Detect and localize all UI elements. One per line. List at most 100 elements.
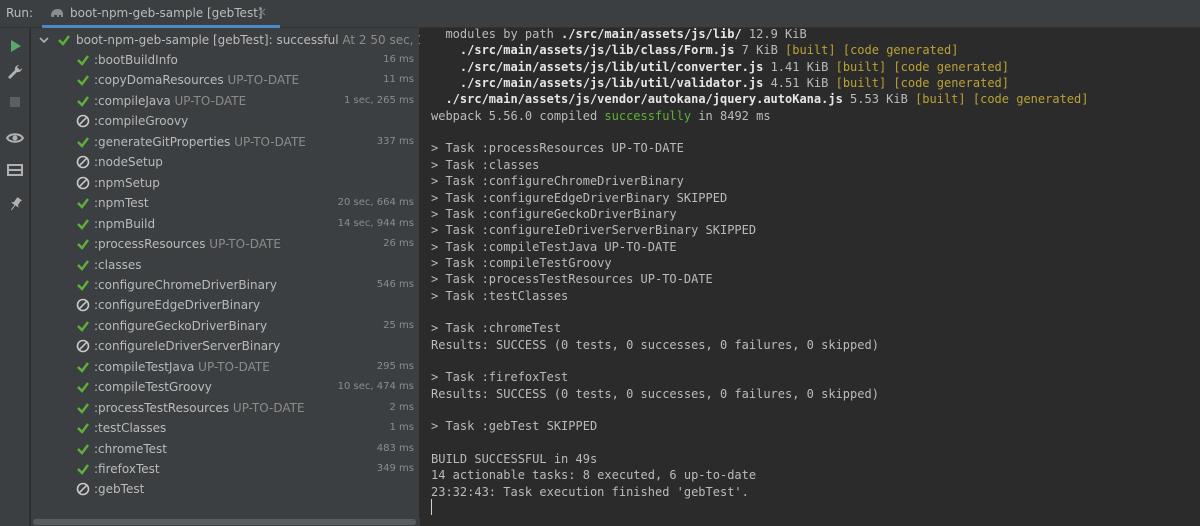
tree-row[interactable]: :generateGitProperties UP-TO-DATE 337 ms: [31, 132, 420, 152]
check-icon: [77, 443, 89, 455]
check-icon: [77, 464, 89, 475]
console-line: > Task :firefoxTest: [431, 369, 568, 385]
check-icon: [77, 55, 89, 66]
console-text: 4.51 KiB: [763, 76, 836, 91]
console-line: > Task :configureIeDriverServerBinary SK…: [431, 222, 756, 238]
tree-row[interactable]: :bootBuildInfo 16 ms: [31, 50, 420, 70]
check-icon: [77, 137, 89, 148]
skipped-icon: [76, 339, 90, 353]
task-duration: 20 sec, 664 ms: [337, 197, 414, 209]
check-icon: [77, 402, 89, 414]
console-text: > Task :firefoxTest: [431, 370, 569, 385]
task-name: :testClasses: [94, 421, 167, 436]
tree-row[interactable]: :compileTestGroovy 10 sec, 474 ms: [31, 377, 420, 397]
tree-row[interactable]: :compileGroovy: [31, 111, 420, 131]
run-tool-window-header: Run: boot-npm-geb-sample [gebTest] ×: [0, 0, 1200, 28]
tree-row[interactable]: :gebTest: [31, 479, 420, 499]
console-line: 23:32:43: Task execution finished 'gebTe…: [431, 484, 749, 500]
task-status: UP-TO-DATE: [174, 93, 247, 108]
skipped-icon: [76, 483, 90, 496]
horizontal-scrollbar[interactable]: [31, 518, 420, 526]
tree-root-row[interactable]: boot-npm-geb-sample [gebTest]: successfu…: [31, 30, 462, 50]
task-name: :configureEdgeDriverBinary: [94, 298, 261, 313]
tree-row[interactable]: :compileJava UP-TO-DATE 1 sec, 265 ms: [31, 91, 420, 111]
skipped-icon: [76, 115, 90, 128]
check-icon: [77, 321, 89, 332]
console-line: ./src/main/assets/js/vendor/autokana/jqu…: [431, 91, 1088, 107]
tree-row[interactable]: :configureIeDriverServerBinary: [31, 336, 420, 356]
console-text: 5.53 KiB: [842, 92, 916, 107]
task-duration: 25 ms: [383, 319, 414, 331]
scrollbar-thumb[interactable]: [33, 519, 416, 525]
tree-row[interactable]: :chromeTest 483 ms: [31, 439, 420, 459]
console-text: [code generated]: [893, 76, 1009, 91]
console-text: [code generated]: [842, 43, 959, 58]
console-text: > Task :gebTest SKIPPED: [431, 419, 598, 434]
tree-row[interactable]: :npmBuild 14 sec, 944 ms: [31, 214, 420, 234]
task-status: UP-TO-DATE: [209, 237, 281, 252]
task-duration: 16 ms: [383, 54, 414, 65]
tree-row[interactable]: :testClasses 1 ms: [31, 418, 420, 438]
layout-icon[interactable]: [5, 160, 25, 180]
task-name: :configureChromeDriverBinary: [94, 277, 277, 292]
console-text: > Task :configureChromeDriverBinary: [431, 174, 684, 189]
task-name: :configureGeckoDriverBinary: [94, 318, 268, 333]
tree-row[interactable]: :configureGeckoDriverBinary 25 ms: [31, 316, 420, 336]
tree-row[interactable]: :processResources UP-TO-DATE 26 ms: [31, 234, 420, 254]
tree-row[interactable]: :processTestResources UP-TO-DATE 2 ms: [31, 398, 420, 418]
console-text: [built]: [835, 76, 887, 91]
console-line: > Task :configureChromeDriverBinary: [431, 173, 684, 189]
console-text: [built]: [835, 59, 887, 74]
console-text: webpack 5.56.0 compiled: [431, 108, 605, 123]
pin-icon[interactable]: [5, 194, 25, 214]
task-name: :processResources: [94, 237, 206, 252]
task-status: UP-TO-DATE: [227, 73, 300, 88]
task-name: :npmSetup: [94, 175, 160, 190]
console-line: > Task :processTestResources UP-TO-DATE: [431, 271, 713, 287]
chevron-down-icon[interactable]: [37, 33, 51, 47]
console-line: > Task :compileTestJava UP-TO-DATE: [431, 239, 677, 255]
tree-row[interactable]: :npmSetup: [31, 173, 420, 193]
check-icon: [77, 362, 89, 373]
console-text: > Task :configureGeckoDriverBinary: [431, 206, 677, 221]
check-icon: [77, 382, 89, 394]
task-duration: 483 ms: [376, 442, 414, 454]
tree-row[interactable]: :nodeSetup: [31, 152, 420, 172]
console-text: ./src/main/assets/js/lib/class/Form.js: [459, 43, 735, 58]
task-duration: 26 ms: [383, 238, 414, 250]
stop-icon[interactable]: [5, 92, 25, 112]
task-name: :processTestResources: [94, 400, 230, 415]
tree-row[interactable]: :firefoxTest 349 ms: [31, 459, 420, 479]
run-label: Run:: [6, 6, 34, 20]
console-line: > Task :processResources UP-TO-DATE: [431, 140, 684, 156]
tree-row[interactable]: :configureChromeDriverBinary 546 ms: [31, 275, 420, 295]
console-text: [built]: [915, 92, 966, 107]
eye-icon[interactable]: [5, 128, 25, 148]
tree-row[interactable]: :compileTestJava UP-TO-DATE 295 ms: [31, 357, 420, 377]
console-line: ./src/main/assets/js/lib/util/converter.…: [431, 59, 1009, 75]
console-line: ./src/main/assets/js/lib/util/validator.…: [431, 75, 1009, 91]
task-duration: 1 ms: [389, 422, 415, 434]
close-icon[interactable]: ×: [257, 5, 267, 19]
check-icon: [77, 198, 89, 209]
tab-run-configuration[interactable]: boot-npm-geb-sample [gebTest] ×: [42, 0, 280, 28]
check-icon: [58, 35, 70, 46]
task-duration: 2 ms: [389, 401, 415, 413]
task-duration: 546 ms: [376, 278, 414, 290]
task-name: :compileTestJava: [94, 359, 195, 374]
console-output[interactable]: modules by path ./src/main/assets/js/lib…: [420, 28, 1200, 526]
tree-row[interactable]: :classes: [31, 255, 420, 275]
wrench-icon[interactable]: [5, 62, 25, 82]
task-name: :gebTest: [94, 482, 145, 497]
skipped-icon: [76, 299, 90, 312]
console-line: > Task :configureGeckoDriverBinary: [431, 206, 677, 222]
console-text: 7 KiB: [734, 43, 786, 58]
console-text: > Task :classes: [431, 157, 540, 172]
tree-row[interactable]: :npmTest 20 sec, 664 ms: [31, 193, 420, 213]
tree-row[interactable]: :copyDomaResources UP-TO-DATE 11 ms: [31, 70, 420, 90]
console-text: > Task :processResources UP-TO-DATE: [431, 141, 684, 156]
run-icon[interactable]: [5, 36, 25, 56]
task-duration: 1 sec, 265 ms: [344, 94, 414, 106]
tree-row[interactable]: :configureEdgeDriverBinary: [31, 295, 420, 315]
task-name: :compileJava: [94, 93, 171, 108]
